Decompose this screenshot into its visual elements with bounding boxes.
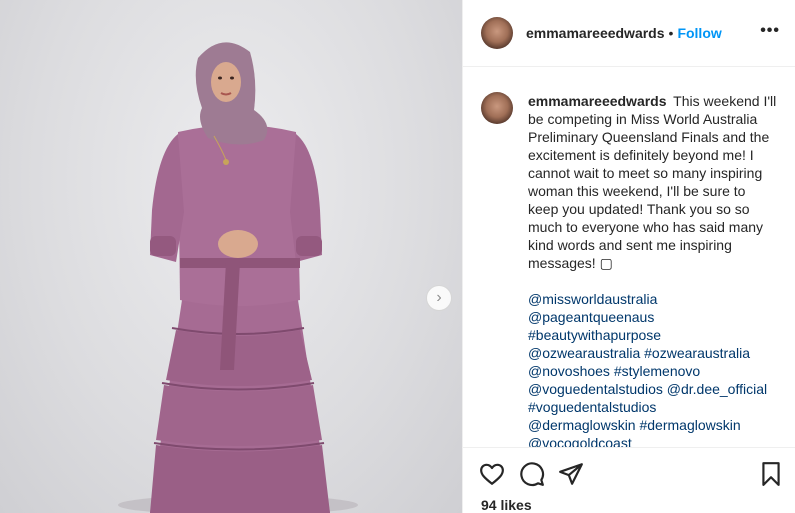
caption-username[interactable]: emmamareeedwards (528, 93, 667, 109)
post-header: emmamareeedwards • Follow ••• (463, 0, 795, 67)
follow-button[interactable]: Follow (677, 25, 721, 41)
heart-icon[interactable] (479, 461, 505, 487)
tag-link[interactable]: @pageantqueenaus (528, 308, 778, 326)
caption-avatar[interactable] (481, 92, 513, 124)
chevron-right-icon: › (436, 289, 442, 306)
more-icon: ••• (760, 22, 780, 39)
comment-icon[interactable] (519, 461, 545, 487)
post-photo[interactable]: › (0, 0, 462, 513)
bookmark-icon[interactable] (758, 461, 784, 487)
likes-count[interactable]: 94 likes (481, 497, 532, 513)
post-panel: emmamareeedwards • Follow ••• emmamareeedw… (462, 0, 795, 513)
avatar[interactable] (481, 17, 513, 49)
tag-link[interactable]: #voguedentalstudios (528, 398, 778, 416)
tag-link[interactable]: @ozwearaustralia #ozwearaustralia (528, 344, 778, 362)
tag-link[interactable]: @voguedentalstudios @dr.dee_official (528, 380, 778, 398)
caption: emmamareeedwards This weekend I'll be co… (528, 92, 778, 447)
hashtag-list: @missworldaustralia @pageantqueenaus #be… (528, 290, 778, 447)
separator-dot: • (668, 25, 674, 41)
tag-link[interactable]: @novoshoes #stylemenovo (528, 362, 778, 380)
tag-link[interactable]: @dermaglowskin #dermaglowskin (528, 416, 778, 434)
tag-link[interactable]: #beautywithapurpose (528, 326, 778, 344)
tag-link[interactable]: @missworldaustralia (528, 290, 778, 308)
header-text: emmamareeedwards • Follow (526, 25, 722, 41)
header-username[interactable]: emmamareeedwards (526, 25, 665, 41)
photo-illustration (118, 42, 358, 513)
comments-area: emmamareeedwards This weekend I'll be co… (463, 67, 795, 447)
more-options-button[interactable]: ••• (760, 22, 780, 40)
action-bar (463, 447, 795, 487)
caption-text: This weekend I'll be competing in Miss W… (528, 93, 777, 271)
next-image-button[interactable]: › (426, 285, 452, 311)
paper-plane-icon[interactable] (558, 461, 584, 487)
tag-link[interactable]: @vocogoldcoast (528, 434, 778, 447)
